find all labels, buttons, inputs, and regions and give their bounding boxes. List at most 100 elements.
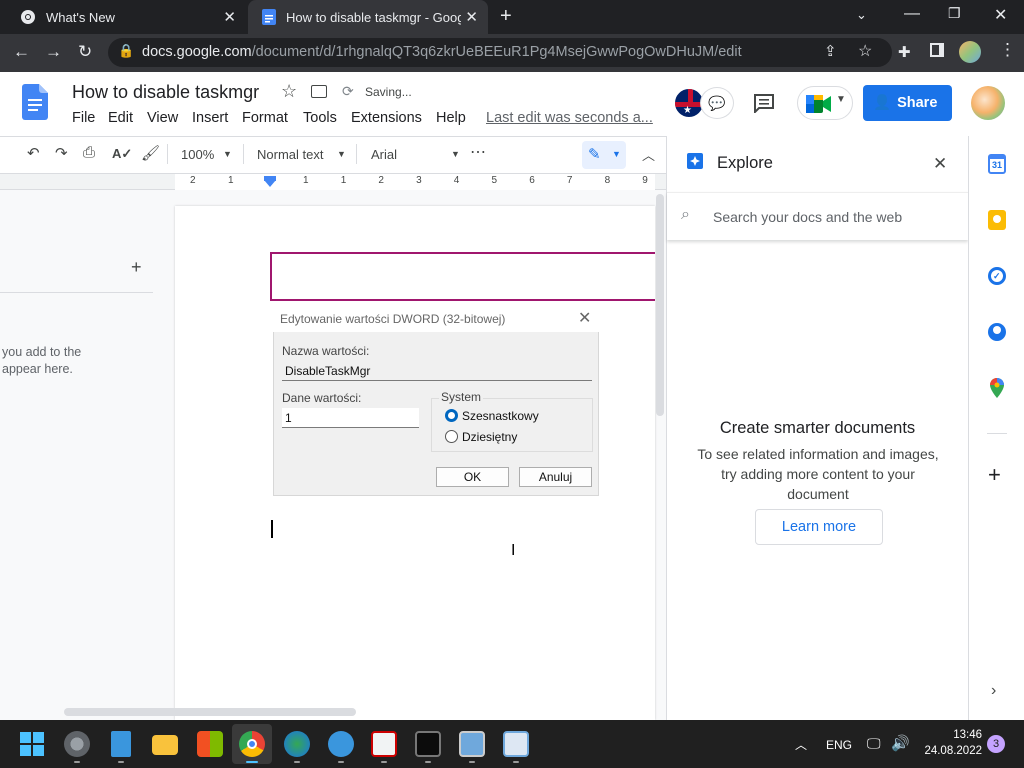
- menu-help[interactable]: Help: [436, 110, 466, 126]
- file-explorer-icon[interactable]: [152, 735, 178, 755]
- ruler-tick-label: 1: [303, 175, 309, 186]
- tab-search-chevron-icon[interactable]: ⌄: [856, 7, 867, 23]
- share-page-icon[interactable]: ⇪: [824, 42, 837, 60]
- explore-search-input[interactable]: Search your docs and the web: [713, 209, 902, 225]
- chevron-down-icon: ▼: [337, 149, 346, 159]
- close-tab-icon[interactable]: ✕: [223, 8, 236, 26]
- doc-title[interactable]: How to disable taskmgr: [72, 82, 259, 103]
- get-addons-icon[interactable]: +: [988, 462, 1001, 488]
- menu-extensions[interactable]: Extensions: [351, 110, 422, 126]
- ruler-tick-label: 4: [453, 175, 460, 186]
- comment-history-icon[interactable]: [753, 93, 775, 113]
- clock-time[interactable]: 13:46: [922, 729, 982, 741]
- undo-icon[interactable]: ↶: [27, 144, 40, 162]
- bookmark-star-icon[interactable]: ☆: [858, 41, 872, 61]
- show-hidden-icons-chevron-icon[interactable]: ︿: [795, 736, 807, 753]
- running-indicator: [118, 761, 124, 763]
- notification-badge[interactable]: 3: [987, 735, 1005, 753]
- value-name-label: Nazwa wartości:: [282, 344, 370, 358]
- pencil-icon: ✎: [588, 146, 601, 163]
- style-select[interactable]: Normal text: [257, 147, 323, 162]
- browser-tab-strip: What's New ✕ How to disable taskmgr - Go…: [0, 0, 1024, 34]
- new-tab-icon[interactable]: +: [500, 5, 512, 28]
- meet-button[interactable]: ▼: [797, 86, 853, 120]
- chrome-menu-icon[interactable]: ⋮: [999, 40, 1016, 60]
- notepad-icon[interactable]: [111, 731, 131, 757]
- share-button[interactable]: 👤 Share: [863, 85, 952, 121]
- volume-icon[interactable]: 🔊: [891, 734, 910, 752]
- tab-docs[interactable]: How to disable taskmgr - Google ✕: [248, 0, 488, 34]
- sync-icon: ⟳: [342, 83, 354, 99]
- account-avatar[interactable]: [971, 86, 1005, 120]
- maps-icon[interactable]: [990, 378, 1004, 398]
- store-icon[interactable]: [197, 731, 223, 757]
- menu-format[interactable]: Format: [242, 110, 288, 126]
- editing-mode-button[interactable]: ✎ ▼: [582, 141, 626, 169]
- tab-whats-new[interactable]: What's New ✕: [6, 0, 246, 34]
- print-icon[interactable]: ⎙: [83, 144, 95, 161]
- windows-start-icon[interactable]: [20, 732, 44, 756]
- menu-tools[interactable]: Tools: [303, 110, 337, 126]
- toolbar-divider: [356, 144, 357, 164]
- task-manager-icon[interactable]: [503, 731, 529, 757]
- ruler-tick-label: 8: [604, 175, 611, 186]
- registry-editor-icon[interactable]: [371, 731, 397, 757]
- settings-gear-icon[interactable]: [64, 731, 90, 757]
- registry-dialog-image: Nazwa wartości: DisableTaskMgr Dane wart…: [273, 332, 599, 496]
- menu-view[interactable]: View: [147, 110, 178, 126]
- spellcheck-icon[interactable]: A✓: [112, 146, 132, 162]
- tasks-icon[interactable]: ✓: [988, 267, 1006, 285]
- side-panel-icon[interactable]: [930, 43, 944, 57]
- keep-icon[interactable]: [988, 210, 1006, 230]
- network-icon[interactable]: 🖵: [867, 735, 881, 752]
- menu-insert[interactable]: Insert: [192, 110, 228, 126]
- clock-date[interactable]: 24.08.2022: [922, 745, 982, 757]
- move-folder-icon[interactable]: [311, 85, 327, 98]
- learn-more-button[interactable]: Learn more: [755, 509, 883, 545]
- forward-icon[interactable]: →: [45, 42, 62, 62]
- terminal-icon[interactable]: [415, 731, 441, 757]
- radio-hex-icon: [445, 409, 458, 422]
- close-explore-icon[interactable]: ✕: [933, 154, 947, 174]
- calendar-icon[interactable]: 31: [988, 154, 1006, 174]
- contacts-icon[interactable]: [988, 323, 1006, 341]
- star-icon[interactable]: ☆: [281, 81, 297, 102]
- add-outline-icon[interactable]: +: [131, 257, 142, 278]
- expand-panel-chevron-icon[interactable]: ›: [991, 682, 996, 700]
- menu-edit[interactable]: Edit: [108, 110, 133, 126]
- back-icon[interactable]: ←: [13, 42, 30, 62]
- chat-bubble-icon[interactable]: 💬: [700, 87, 734, 119]
- running-indicator: [469, 761, 475, 763]
- chevron-down-icon: ▼: [612, 149, 621, 159]
- close-tab-icon[interactable]: ✕: [465, 8, 478, 26]
- globe-app-icon[interactable]: [284, 731, 310, 757]
- address-bar[interactable]: 🔒 docs.google.com/document/d/1rhgnalqQT3…: [108, 38, 892, 67]
- chrome-taskbar-icon[interactable]: [239, 731, 265, 757]
- paint-format-icon[interactable]: 🖌: [141, 144, 160, 162]
- left-indent-marker[interactable]: [264, 180, 276, 187]
- redo-icon[interactable]: ↷: [55, 144, 68, 162]
- minimize-icon[interactable]: —: [904, 5, 920, 23]
- explore-search[interactable]: ⌕ Search your docs and the web: [667, 192, 968, 240]
- reload-icon[interactable]: ↻: [78, 42, 92, 62]
- menu-file[interactable]: File: [72, 110, 95, 126]
- url-text: docs.google.com/document/d/1rhgnalqQT3q6…: [142, 44, 742, 60]
- close-window-icon[interactable]: ✕: [994, 5, 1007, 25]
- lock-icon: 🔒: [118, 43, 135, 58]
- language-indicator[interactable]: ENG: [826, 738, 852, 752]
- outline-divider: [0, 292, 153, 293]
- value-name-text: DisableTaskMgr: [285, 364, 371, 378]
- remote-desktop-icon[interactable]: [459, 731, 485, 757]
- network-app-icon[interactable]: [328, 731, 354, 757]
- profile-avatar[interactable]: [959, 41, 981, 63]
- docs-logo-icon[interactable]: [22, 84, 48, 120]
- last-edit-link[interactable]: Last edit was seconds a...: [486, 110, 653, 126]
- restore-icon[interactable]: ❐: [948, 5, 961, 22]
- hide-menus-chevron-icon[interactable]: ︿: [642, 145, 655, 164]
- font-select[interactable]: Arial: [371, 147, 397, 162]
- extensions-icon[interactable]: ✚: [898, 43, 911, 61]
- zoom-select[interactable]: 100%: [181, 147, 214, 162]
- vertical-scrollbar[interactable]: [656, 194, 664, 416]
- more-options-icon[interactable]: ⋯: [470, 142, 486, 162]
- horizontal-scrollbar[interactable]: [64, 708, 356, 716]
